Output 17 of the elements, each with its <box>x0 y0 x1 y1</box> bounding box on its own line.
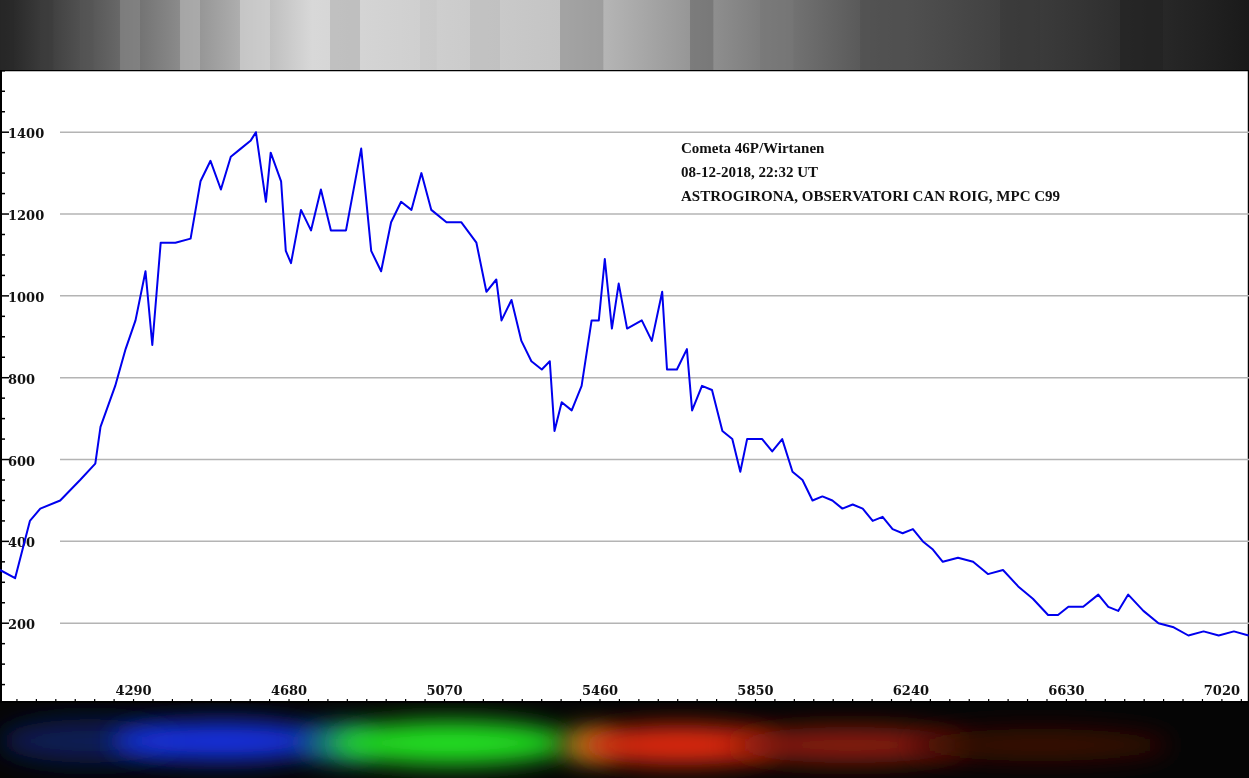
x-tick-label: 6630 <box>1048 683 1085 698</box>
x-tick-label: 7020 <box>1203 683 1240 698</box>
x-tick-label: 6240 <box>892 683 930 698</box>
chart-annotation: ASTROGIRONA, OBSERVATORI CAN ROIG, MPC C99 <box>681 188 1061 204</box>
x-tick-label: 5850 <box>737 683 774 698</box>
x-tick-label: 4680 <box>270 683 308 698</box>
x-tick-label: 4290 <box>115 683 152 698</box>
y-tick-label: 1400 <box>8 126 45 142</box>
chart-annotation: 08-12-2018, 22:32 UT <box>681 164 819 180</box>
chart-annotation: Cometa 46P/Wirtanen <box>681 140 825 156</box>
y-tick-label: 1200 <box>8 208 45 224</box>
y-tick-label: 600 <box>8 453 36 469</box>
y-tick-label: 800 <box>8 371 36 387</box>
y-tick-label: 200 <box>8 617 36 633</box>
y-tick-label: 1000 <box>8 289 45 305</box>
x-tick-label: 5460 <box>581 683 619 698</box>
x-tick-label: 5070 <box>426 683 463 698</box>
